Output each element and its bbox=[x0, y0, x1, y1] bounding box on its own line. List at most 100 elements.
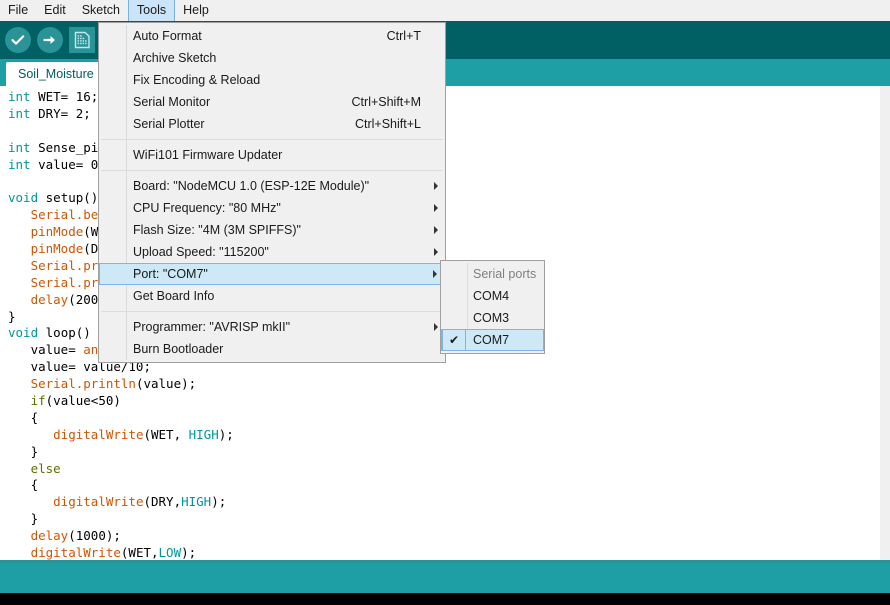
code-token: Serial.println bbox=[30, 376, 136, 392]
code-token: ); bbox=[211, 494, 227, 510]
menu-item-flash-size-4m-3m-spiffs[interactable]: Flash Size: "4M (3M SPIFFS)" bbox=[99, 219, 445, 241]
code-token: value= 0; bbox=[38, 156, 106, 172]
code-token: loop() { bbox=[45, 325, 106, 341]
code-token: else bbox=[30, 460, 61, 476]
upload-button[interactable] bbox=[37, 27, 63, 53]
menu-item-port-com7[interactable]: Port: "COM7" bbox=[99, 263, 445, 285]
code-token: int bbox=[8, 139, 39, 155]
menu-item-shortcut: Ctrl+Shift+M bbox=[351, 95, 421, 109]
code-token: void bbox=[8, 190, 46, 206]
menubar-item-label: Tools bbox=[136, 3, 167, 18]
code-token: } bbox=[8, 511, 39, 527]
menubar-item-help[interactable]: Help bbox=[175, 0, 217, 21]
code-line: } bbox=[8, 511, 880, 528]
code-token: pinMode bbox=[30, 241, 84, 257]
menubar-item-label: Sketch bbox=[81, 3, 120, 18]
submenu-arrow-icon bbox=[434, 323, 438, 331]
arduino-ide-window: File Edit Sketch Tools Help Soil_Moistur… bbox=[0, 0, 890, 605]
menu-item-serial-plotter[interactable]: Serial Plotter Ctrl+Shift+L bbox=[99, 113, 445, 135]
menu-item-auto-format[interactable]: Auto Format Ctrl+T bbox=[99, 25, 445, 47]
menu-item-board-nodemcu-1-0-esp-12e-module[interactable]: Board: "NodeMCU 1.0 (ESP-12E Module)" bbox=[99, 175, 445, 197]
code-token: (DRY, bbox=[143, 494, 182, 510]
menu-separator bbox=[101, 170, 443, 171]
code-token: (WET, bbox=[143, 426, 189, 442]
menubar-item-sketch[interactable]: Sketch bbox=[74, 0, 128, 21]
submenu-item-com4[interactable]: COM4 bbox=[441, 285, 544, 307]
submenu-item-label: COM3 bbox=[473, 311, 510, 325]
editor-vertical-scrollbar[interactable] bbox=[880, 86, 890, 560]
code-token: delay bbox=[30, 528, 69, 544]
code-token: ); bbox=[181, 545, 197, 560]
menu-item-label: WiFi101 Firmware Updater bbox=[133, 148, 283, 162]
code-token: { bbox=[8, 477, 39, 493]
code-line: Serial.println(value); bbox=[8, 376, 880, 393]
checkmark-icon: ✔ bbox=[442, 329, 466, 351]
menubar-item-tools[interactable]: Tools bbox=[127, 0, 176, 21]
verify-button[interactable] bbox=[5, 27, 31, 53]
menu-item-label: Fix Encoding & Reload bbox=[133, 73, 261, 87]
code-token: HIGH bbox=[188, 426, 219, 442]
code-token: int bbox=[8, 156, 39, 172]
menubar-item-file[interactable]: File bbox=[0, 0, 36, 21]
code-token: } bbox=[8, 443, 39, 459]
code-line: { bbox=[8, 410, 880, 427]
code-line: digitalWrite(WET, HIGH); bbox=[8, 427, 880, 444]
submenu-arrow-icon bbox=[434, 204, 438, 212]
menu-item-fix-encoding-reload[interactable]: Fix Encoding & Reload bbox=[99, 69, 445, 91]
submenu-arrow-icon bbox=[434, 248, 438, 256]
code-token: delay bbox=[30, 291, 69, 307]
menu-item-archive-sketch[interactable]: Archive Sketch bbox=[99, 47, 445, 69]
code-line: delay(1000); bbox=[8, 528, 880, 545]
menu-item-shortcut: Ctrl+T bbox=[386, 29, 421, 43]
code-token: if bbox=[30, 393, 46, 409]
menubar-item-edit[interactable]: Edit bbox=[36, 0, 74, 21]
tools-dropdown-menu: Auto Format Ctrl+T Archive Sketch Fix Encod… bbox=[98, 22, 446, 363]
code-line: { bbox=[8, 477, 880, 494]
sketch-tab-soil-moisture[interactable]: Soil_Moisture bbox=[6, 62, 106, 86]
menu-item-wifi101-firmware-updater[interactable]: WiFi101 Firmware Updater bbox=[99, 144, 445, 166]
menu-separator bbox=[101, 139, 443, 140]
new-sketch-button[interactable] bbox=[69, 27, 95, 53]
code-line: } bbox=[8, 444, 880, 461]
menu-item-serial-monitor[interactable]: Serial Monitor Ctrl+Shift+M bbox=[99, 91, 445, 113]
console-output-panel bbox=[0, 593, 890, 605]
submenu-arrow-icon bbox=[433, 270, 437, 278]
submenu-arrow-icon bbox=[434, 182, 438, 190]
submenu-arrow-icon bbox=[434, 226, 438, 234]
menu-item-label: Programmer: "AVRISP mkII" bbox=[133, 320, 291, 334]
status-bar bbox=[0, 563, 890, 593]
port-submenu: Serial ports COM4 COM3 ✔ COM7 bbox=[440, 260, 545, 354]
code-line: if(value<50) bbox=[8, 393, 880, 410]
code-token: value= bbox=[8, 342, 84, 358]
menubar-item-label: Edit bbox=[44, 3, 66, 18]
menu-item-get-board-info[interactable]: Get Board Info bbox=[99, 285, 445, 307]
code-token: pinMode bbox=[30, 224, 84, 240]
code-token: } bbox=[8, 308, 16, 324]
code-token: LOW bbox=[158, 545, 182, 560]
submenu-item-com7[interactable]: ✔ COM7 bbox=[441, 329, 544, 351]
sketch-tab-label: Soil_Moisture bbox=[18, 67, 94, 81]
code-token: digitalWrite bbox=[53, 426, 144, 442]
menu-item-burn-bootloader[interactable]: Burn Bootloader bbox=[99, 338, 445, 360]
menu-item-label: Archive Sketch bbox=[133, 51, 217, 65]
submenu-item-com3[interactable]: COM3 bbox=[441, 307, 544, 329]
menu-item-cpu-frequency-80-mhz[interactable]: CPU Frequency: "80 MHz" bbox=[99, 197, 445, 219]
menu-item-upload-speed-115200[interactable]: Upload Speed: "115200" bbox=[99, 241, 445, 263]
code-token: digitalWrite bbox=[53, 494, 144, 510]
submenu-item-label: COM7 bbox=[473, 333, 510, 347]
menu-item-label: Upload Speed: "115200" bbox=[133, 245, 269, 259]
menu-item-programmer-avrisp-mkii[interactable]: Programmer: "AVRISP mkII" bbox=[99, 316, 445, 338]
code-token: (1000); bbox=[68, 528, 121, 544]
menu-item-label: Serial Plotter bbox=[133, 117, 205, 131]
code-token: ); bbox=[218, 426, 234, 442]
menu-item-label: Port: "COM7" bbox=[133, 267, 208, 281]
